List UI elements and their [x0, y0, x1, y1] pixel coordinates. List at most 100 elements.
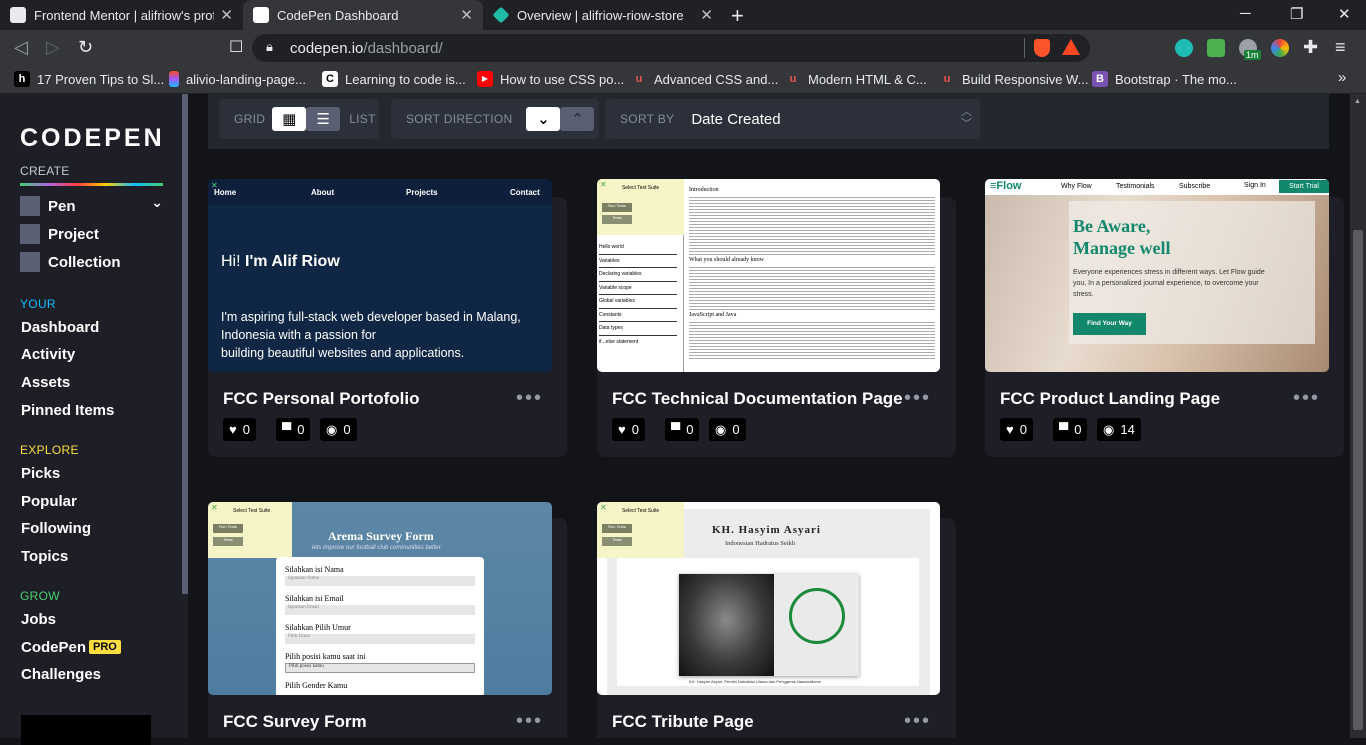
bio-line: Indonesia with a passion for [221, 328, 376, 342]
sort-by[interactable]: SORT BY Date Created ︿ ﹀ [605, 99, 980, 139]
maximize-icon[interactable]: ❐ [1290, 5, 1303, 23]
sort-by-select[interactable]: Date Created [691, 111, 780, 128]
address-bar[interactable]: 🔒︎ codepen.io/dashboard/ [252, 34, 1090, 62]
preview-nav-item: Projects [406, 188, 438, 197]
pen-preview[interactable]: ≡Flow Why Flow Testimonials Subscribe Si… [985, 179, 1329, 372]
scroll-up-icon[interactable]: ▲ [1354, 98, 1361, 105]
doc-heading: Introduction [689, 187, 719, 193]
more-options-icon[interactable]: ••• [516, 387, 543, 410]
doc-nav-item: Declaring variables [599, 268, 677, 282]
nav-popular[interactable]: Popular [21, 493, 77, 510]
extensions-puzzle-icon[interactable]: ✚ [1303, 37, 1318, 58]
doc-text-lines [689, 195, 935, 255]
bookmark-icon[interactable]: ☐ [229, 37, 243, 57]
more-options-icon[interactable]: ••• [904, 710, 931, 733]
greeting-name: I'm Alif Riow [245, 253, 340, 270]
close-icon[interactable]: ✕ [460, 6, 473, 24]
pen-preview[interactable]: ✕ Select Test Suite Run Tests Tests KH. … [597, 502, 940, 695]
create-project[interactable]: Project [20, 224, 99, 244]
views-stat[interactable]: ◉ 0 [709, 418, 746, 441]
extension-m-icon[interactable] [1175, 39, 1193, 57]
views-stat[interactable]: ◉ 0 [320, 418, 357, 441]
heart-icon: ♥ [229, 422, 237, 437]
pen-title[interactable]: FCC Personal Portofolio [223, 389, 419, 409]
nav-picks[interactable]: Picks [21, 465, 60, 482]
back-icon[interactable]: ◁ [14, 37, 28, 58]
chevron-down-icon[interactable]: ⌄ [151, 194, 163, 211]
bookmark-item[interactable]: u Advanced CSS and... [631, 71, 779, 87]
nav-assets[interactable]: Assets [21, 374, 70, 391]
start-trial-button: Start Trial [1279, 180, 1329, 193]
scrollbar-thumb[interactable] [1353, 230, 1363, 730]
bookmark-item[interactable]: alivio-landing-page... [169, 71, 306, 87]
eye-icon: ◉ [715, 421, 727, 437]
bookmark-item[interactable]: B Bootstrap · The mo... [1092, 71, 1237, 87]
menu-icon[interactable]: ≡ [1335, 37, 1346, 58]
bookmark-item[interactable]: u Modern HTML & C... [785, 71, 927, 87]
doc-nav: Hello world Variables Declaring variable… [599, 241, 677, 348]
create-pen[interactable]: Pen ⌄ [20, 194, 163, 216]
views-stat[interactable]: ◉ 14 [1097, 418, 1141, 441]
doc-text-lines [689, 320, 935, 360]
browser-tab-active[interactable]: CodePen Dashboard ✕ [243, 0, 483, 30]
pen-title[interactable]: FCC Tribute Page [612, 712, 754, 732]
like-button[interactable]: ♥ 0 [223, 418, 256, 441]
bookmark-item[interactable]: ▶ How to use CSS po... [477, 71, 624, 87]
nav-pinned-items[interactable]: Pinned Items [21, 402, 114, 419]
pen-preview[interactable]: Home About Projects Contact ✕ Hi! I'm Al… [208, 179, 552, 372]
extension-icon[interactable] [1207, 39, 1225, 57]
dashboard-main: GRID ▦ ☰ LIST SORT DIRECTION ⌄ ⌃ SORT BY… [188, 94, 1350, 738]
page-scrollbar[interactable]: ▲ [1350, 94, 1366, 738]
reload-icon[interactable]: ↻ [78, 37, 93, 58]
pen-preview[interactable]: ✕ Select Test Suite Run Tests Tests Hell… [597, 179, 940, 372]
browser-tab[interactable]: Frontend Mentor | alifriow's profile ✕ [0, 0, 243, 30]
more-options-icon[interactable]: ••• [1293, 387, 1320, 410]
new-tab-icon[interactable]: + [731, 3, 744, 29]
bookmark-item[interactable]: u Build Responsive W... [939, 71, 1089, 87]
forward-icon[interactable]: ▷ [46, 37, 60, 58]
sort-descending-button[interactable]: ⌄ [526, 107, 561, 131]
nav-dashboard[interactable]: Dashboard [21, 319, 99, 336]
close-icon[interactable]: ✕ [220, 6, 233, 24]
comment-button[interactable]: ▀ 0 [1053, 418, 1088, 441]
list-view-button[interactable]: ☰ [306, 107, 341, 131]
brave-rewards-icon[interactable] [1062, 39, 1080, 55]
pen-title[interactable]: FCC Survey Form [223, 712, 367, 732]
nav-following[interactable]: Following [21, 520, 91, 537]
pen-preview[interactable]: ✕ Select Test Suite Run Tests Tests Arem… [208, 502, 552, 695]
grid-view-button[interactable]: ▦ [272, 107, 307, 131]
nav-jobs[interactable]: Jobs [21, 611, 56, 628]
url-text: codepen.io/dashboard/ [290, 39, 443, 57]
color-picker-icon[interactable] [1271, 39, 1289, 57]
brave-shield-icon[interactable] [1034, 39, 1050, 57]
more-options-icon[interactable]: ••• [516, 710, 543, 733]
bookmark-item[interactable]: h 17 Proven Tips to Sl... [14, 71, 164, 87]
sort-ascending-button[interactable]: ⌃ [560, 107, 595, 131]
bookmark-label: Learning to code is... [345, 71, 466, 87]
nav-activity[interactable]: Activity [21, 346, 75, 363]
more-options-icon[interactable]: ••• [904, 387, 931, 410]
comment-icon: ▀ [1059, 422, 1069, 437]
nav-codepen-pro[interactable]: CodePen PRO [21, 639, 121, 656]
bookmark-item[interactable]: C Learning to code is... [322, 71, 466, 87]
close-window-icon[interactable]: ✕ [1338, 5, 1351, 23]
browser-tab[interactable]: Overview | alifriow-riow-store ✕ [483, 0, 723, 30]
like-button[interactable]: ♥ 0 [612, 418, 645, 441]
create-collection[interactable]: Collection [20, 252, 121, 272]
survey-label: Pilih posisi kamu saat ini [285, 652, 366, 661]
pen-title[interactable]: FCC Product Landing Page [1000, 389, 1220, 409]
comment-count: 0 [1074, 422, 1082, 437]
survey-label: Silahkan Pilih Umur [285, 623, 351, 632]
pen-title[interactable]: FCC Technical Documentation Page [612, 389, 903, 409]
nav-challenges[interactable]: Challenges [21, 666, 101, 683]
nav-topics[interactable]: Topics [21, 548, 68, 565]
minimize-icon[interactable]: ─ [1240, 5, 1251, 22]
hero-headline-line: Manage well [1073, 238, 1171, 258]
more-bookmarks-icon[interactable]: » [1338, 69, 1346, 86]
close-icon[interactable]: ✕ [700, 6, 713, 24]
tribute-photo [679, 574, 859, 676]
comment-button[interactable]: ▀ 0 [665, 418, 700, 441]
codepen-logo[interactable]: CODEPEN [20, 124, 165, 153]
like-button[interactable]: ♥ 0 [1000, 418, 1033, 441]
comment-button[interactable]: ▀ 0 [276, 418, 311, 441]
